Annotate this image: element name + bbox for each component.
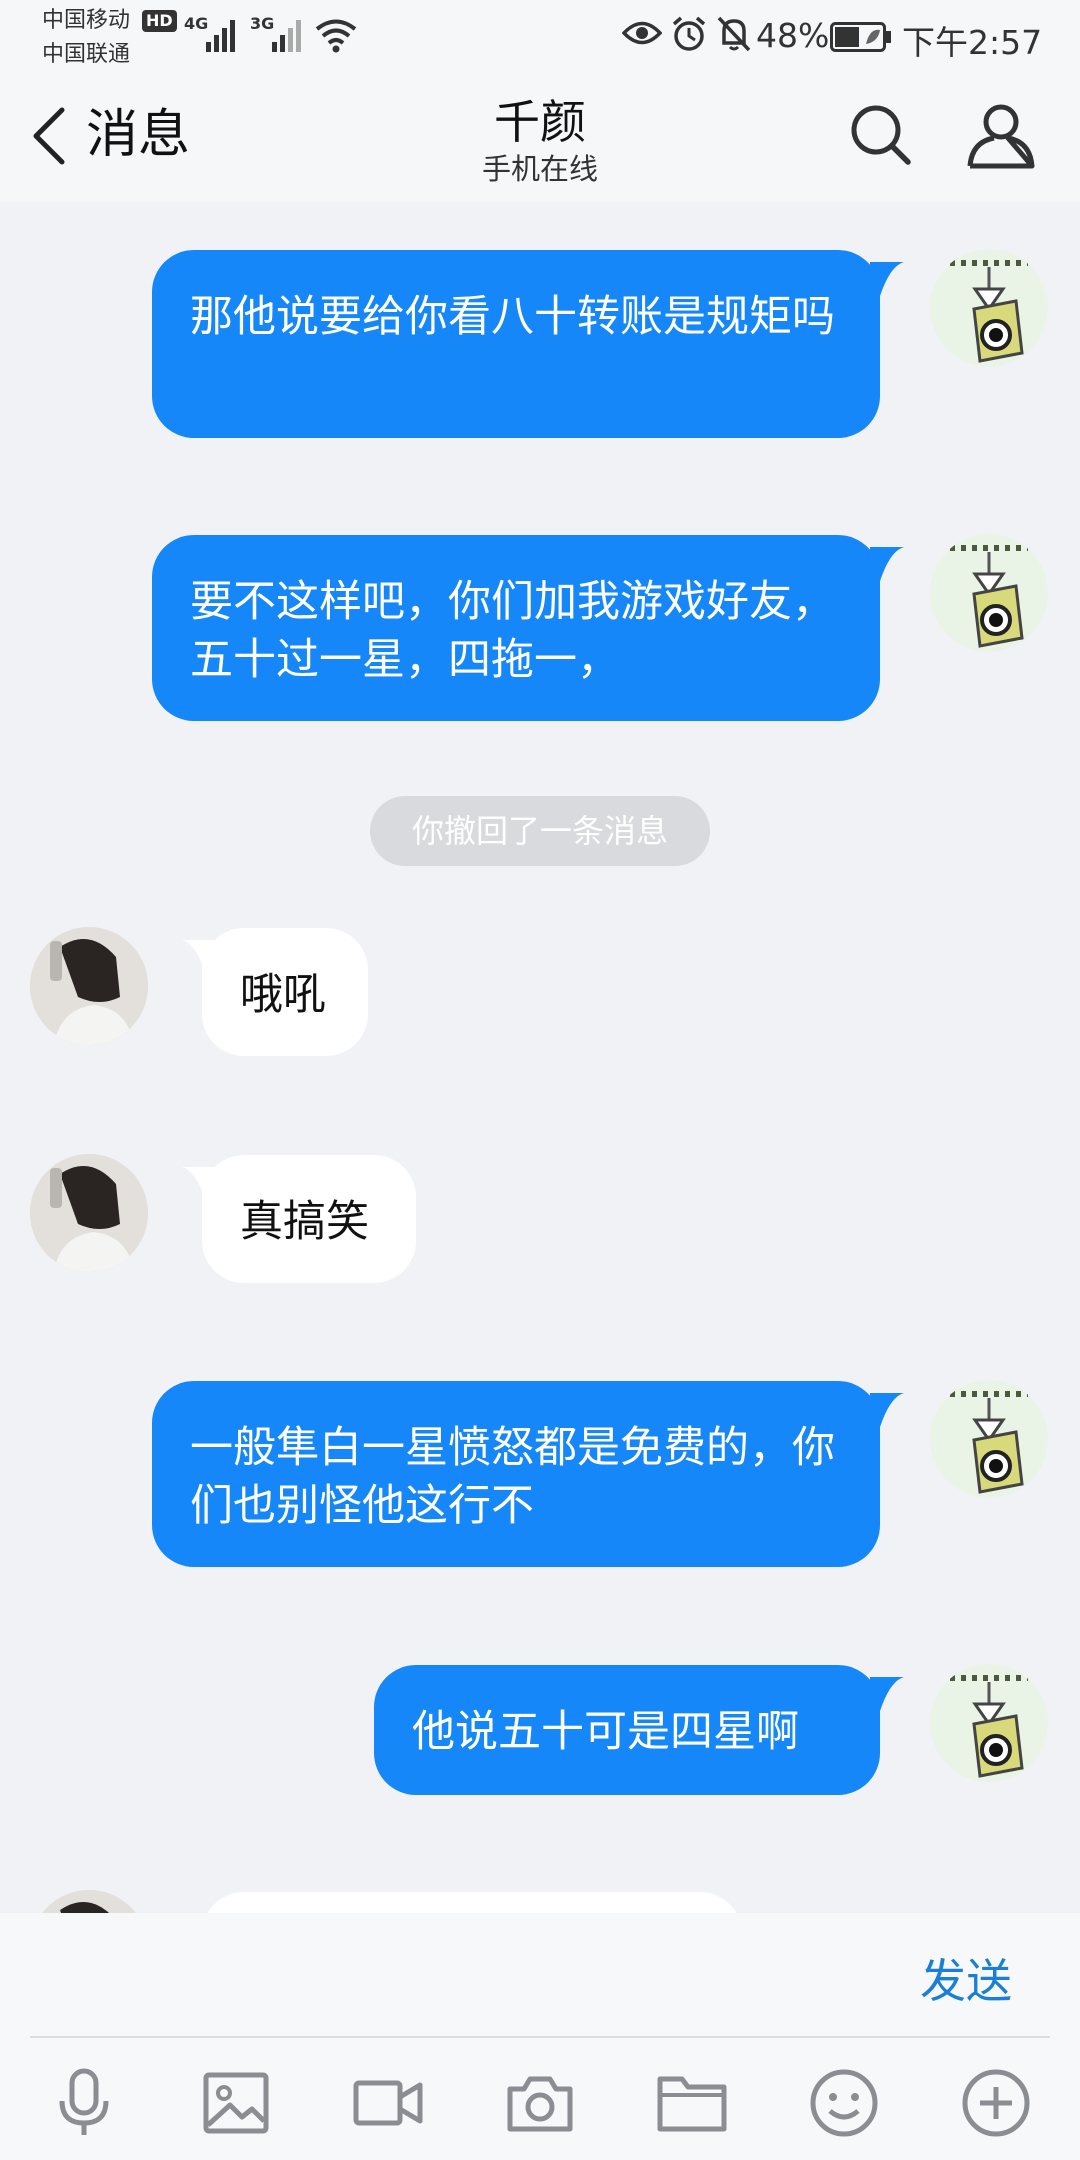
message-bubble-incoming[interactable]: 哦吼	[202, 928, 368, 1056]
message-text: 哦吼	[240, 970, 326, 1020]
signal-strength-icon	[206, 20, 235, 52]
avatar-image	[30, 1154, 148, 1272]
message-bubble-outgoing[interactable]: 那他说要给你看八十转账是规矩吗	[152, 250, 880, 438]
avatar-image	[950, 545, 1028, 648]
message-text: 他说五十可是四星啊	[412, 1707, 799, 1757]
contact-avatar[interactable]	[30, 927, 148, 1045]
message-text: 要不这样吧，你们加我游戏好友，五十过一星，四拖一，	[190, 577, 835, 685]
image-icon[interactable]	[198, 2065, 274, 2141]
chat-title: 千颜	[494, 95, 586, 149]
wifi-icon	[315, 19, 357, 53]
divider	[30, 2036, 1050, 2038]
my-avatar[interactable]	[930, 1380, 1048, 1498]
video-icon[interactable]	[350, 2065, 426, 2141]
message-bubble-incoming[interactable]: 真搞笑	[202, 1155, 416, 1283]
alarm-icon	[672, 16, 706, 51]
my-avatar[interactable]	[930, 249, 1048, 367]
avatar-image	[950, 1675, 1028, 1778]
search-icon[interactable]	[846, 100, 916, 170]
plus-icon[interactable]	[958, 2065, 1034, 2141]
signal-strength-icon	[272, 20, 301, 52]
microphone-icon[interactable]	[46, 2065, 122, 2141]
input-panel: 发送	[0, 1913, 1080, 2160]
hd-badge: HD	[142, 10, 177, 32]
back-label: 消息	[86, 105, 191, 165]
folder-icon[interactable]	[654, 2065, 730, 2141]
chat-header: 消息 千颜 手机在线	[0, 72, 1080, 202]
message-text: 那他说要给你看八十转账是规矩吗	[190, 292, 835, 342]
avatar-image	[950, 260, 1028, 363]
battery-percent: 48%	[756, 16, 830, 55]
eye-comfort-icon	[622, 21, 662, 45]
message-input[interactable]	[30, 1933, 890, 2023]
contact-avatar[interactable]	[30, 1154, 148, 1272]
avatar-image	[950, 1391, 1028, 1494]
mute-notifications-icon	[717, 16, 751, 52]
clock: 下午2:57	[902, 23, 1043, 62]
emoji-icon[interactable]	[806, 2065, 882, 2141]
message-bubble-outgoing[interactable]: 他说五十可是四星啊	[374, 1665, 880, 1795]
online-status: 手机在线	[481, 152, 598, 186]
battery-icon	[830, 22, 891, 52]
camera-icon[interactable]	[502, 2065, 578, 2141]
status-bar: 中国移动 中国联通 HD 4G 3G 48% 下午2:57	[0, 0, 1080, 72]
profile-icon[interactable]	[964, 98, 1038, 172]
message-bubble-outgoing[interactable]: 一般隼白一星愤怒都是免费的，你们也别怪他这行不	[152, 1381, 880, 1567]
carrier-secondary: 中国联通	[42, 42, 131, 67]
message-text: 真搞笑	[240, 1197, 369, 1247]
chevron-left-icon	[33, 107, 65, 165]
avatar-image	[30, 927, 148, 1045]
message-text: 一般隼白一星愤怒都是免费的，你们也别怪他这行不	[190, 1423, 835, 1531]
message-bubble-outgoing[interactable]: 要不这样吧，你们加我游戏好友，五十过一星，四拖一，	[152, 535, 880, 721]
back-button[interactable]: 消息	[30, 102, 210, 172]
send-button[interactable]: 发送	[920, 1953, 1012, 2009]
my-avatar[interactable]	[930, 1664, 1048, 1782]
carrier-primary: 中国移动	[42, 8, 131, 33]
my-avatar[interactable]	[930, 534, 1048, 652]
recall-notice: 你撤回了一条消息	[370, 796, 710, 866]
